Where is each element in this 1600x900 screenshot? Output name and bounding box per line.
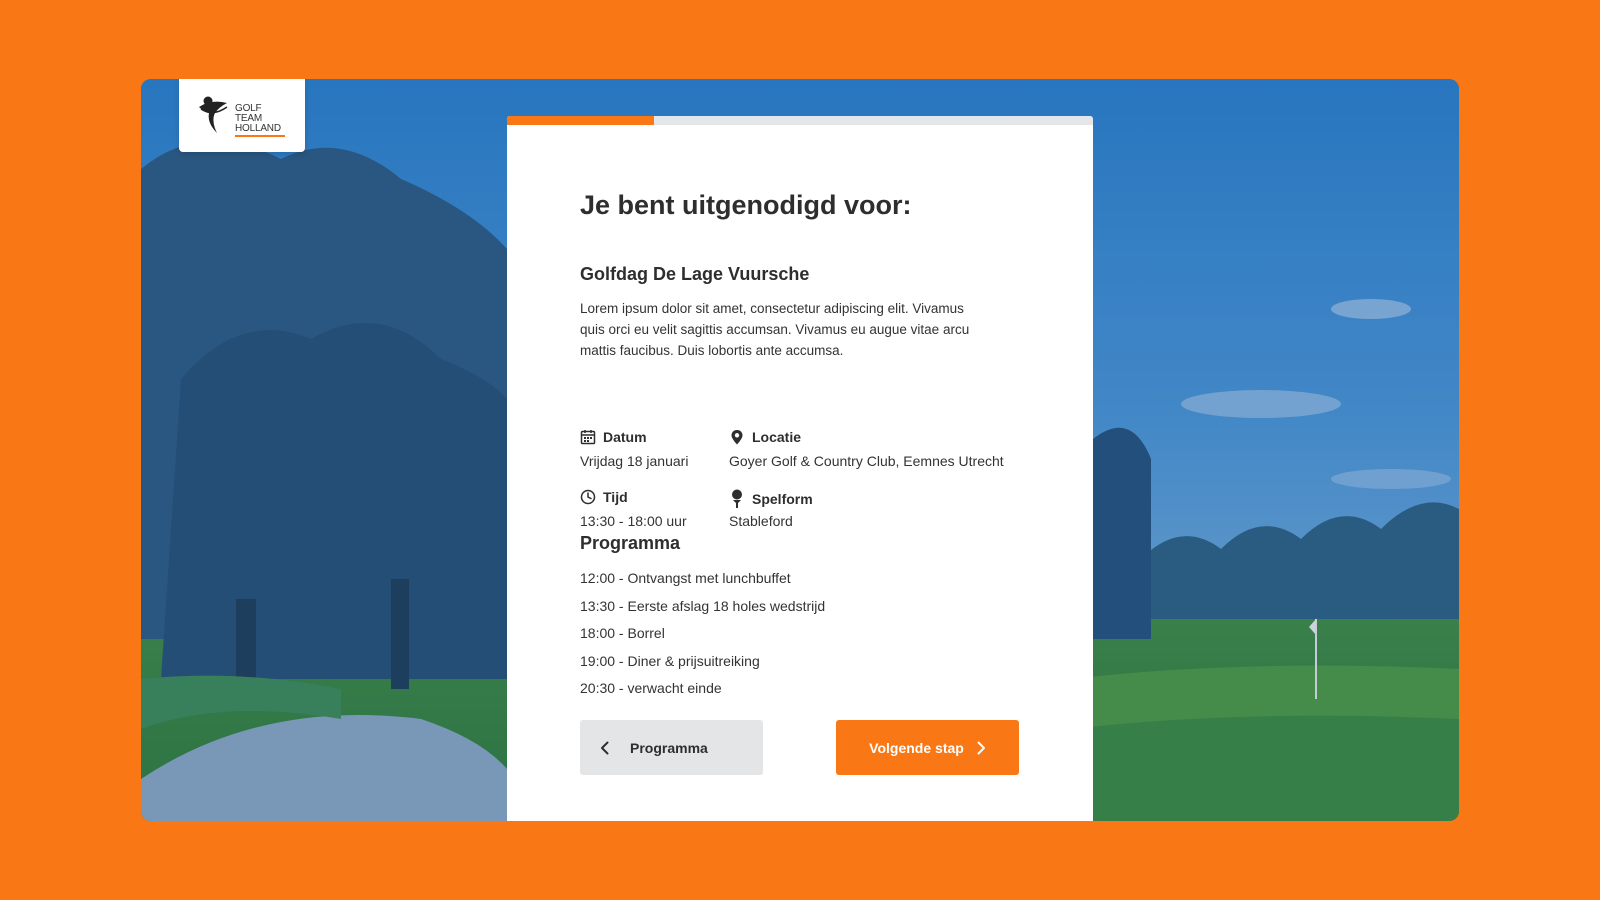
event-description: Lorem ipsum dolor sit amet, consectetur … <box>580 301 970 358</box>
detail-tijd-label: Tijd <box>603 489 628 505</box>
clock-icon <box>580 489 596 505</box>
detail-spelform: Spelform Stableford <box>729 489 813 529</box>
detail-datum-value: Vrijdag 18 januari <box>580 453 689 469</box>
programma-list: 12:00 - Ontvangst met lunchbuffet 13:30 … <box>580 569 825 707</box>
next-step-button-label: Volgende stap <box>869 739 964 756</box>
location-pin-icon <box>731 430 743 445</box>
programma-title: Programma <box>580 533 681 553</box>
logo-line-3: HOLLAND <box>235 123 281 134</box>
detail-locatie-label: Locatie <box>752 429 802 445</box>
detail-datum-label: Datum <box>603 429 647 445</box>
progress-bar <box>507 116 1093 125</box>
chevron-left-icon <box>601 741 609 754</box>
event-name: Golfdag De Lage Vuursche <box>580 264 810 284</box>
back-button[interactable]: Programma <box>580 720 763 775</box>
golf-tee-icon <box>732 489 742 508</box>
detail-datum: Datum Vrijdag 18 januari <box>580 428 688 469</box>
detail-spelform-value: Stableford <box>729 513 793 529</box>
page-title: Je bent uitgenodigd voor: <box>580 190 912 220</box>
progress-bar-fill <box>507 116 654 125</box>
chevron-right-icon <box>977 741 985 754</box>
programma-item: 13:30 - Eerste afslag 18 holes wedstrijd <box>580 597 826 614</box>
detail-locatie: Locatie Goyer Golf & Country Club, Eemne… <box>729 428 1004 469</box>
programma-item: 18:00 - Borrel <box>580 625 665 641</box>
programma-item: 19:00 - Diner & prijsuitreiking <box>580 652 760 669</box>
back-button-label: Programma <box>630 739 708 756</box>
programma-item: 20:30 - verwacht einde <box>580 680 722 696</box>
detail-tijd: Tijd 13:30 - 18:00 uur <box>580 488 687 529</box>
golf-team-holland-logo[interactable]: GOLF TEAM HOLLAND <box>179 79 305 152</box>
next-step-button[interactable]: Volgende stap <box>836 720 1019 775</box>
logo-accent-line <box>235 135 285 137</box>
invitation-card: Je bent uitgenodigd voor: Golfdag De Lag… <box>507 116 1093 821</box>
calendar-icon <box>580 430 596 445</box>
golfer-logo-icon <box>199 96 228 133</box>
logo-wordmark: GOLF TEAM HOLLAND <box>235 104 281 134</box>
detail-locatie-value: Goyer Golf & Country Club, Eemnes Utrech… <box>729 453 1004 469</box>
background-frame: GOLF TEAM HOLLAND Je bent uitgenodigd vo… <box>141 79 1459 821</box>
detail-tijd-value: 13:30 - 18:00 uur <box>580 513 687 529</box>
detail-spelform-label: Spelform <box>752 491 813 507</box>
programma-item: 12:00 - Ontvangst met lunchbuffet <box>580 570 791 586</box>
